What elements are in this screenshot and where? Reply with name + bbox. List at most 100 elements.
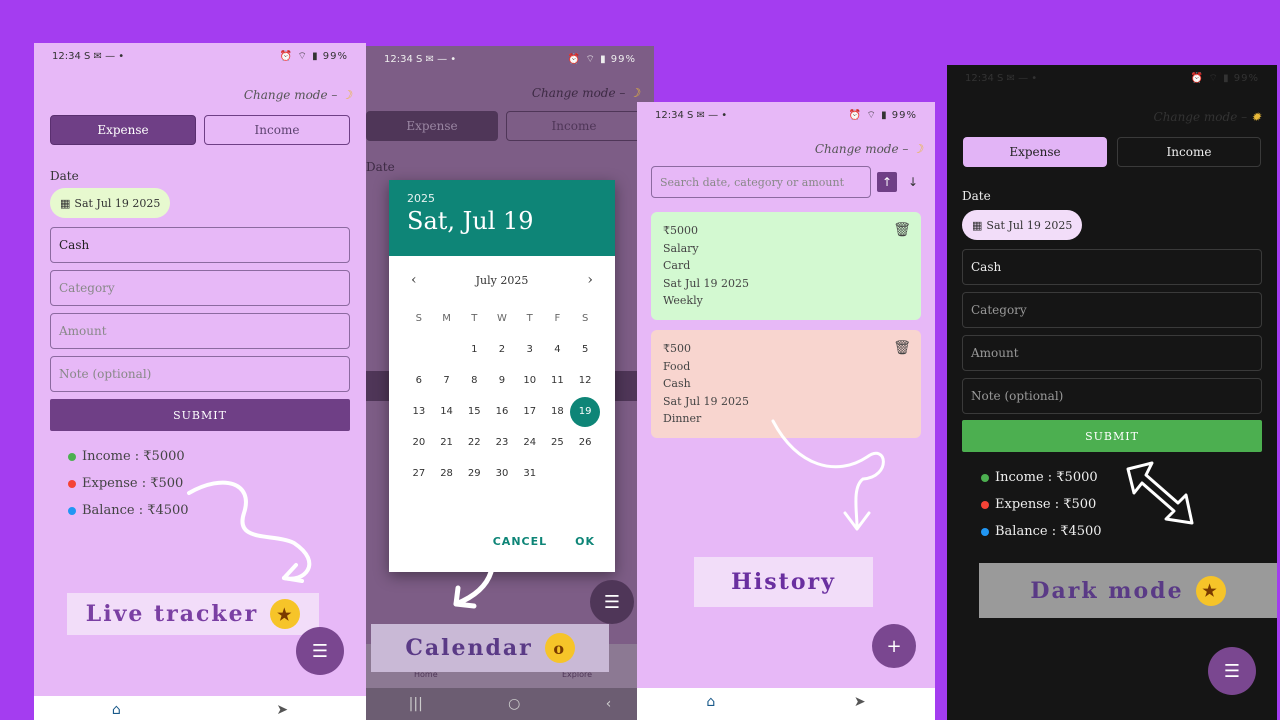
submit-button[interactable]: SUBMIT bbox=[50, 399, 350, 431]
calendar-day[interactable]: 9 bbox=[488, 374, 516, 388]
calendar-day[interactable]: 4 bbox=[544, 343, 572, 357]
calendar-day[interactable]: 15 bbox=[460, 405, 488, 419]
system-back-icon[interactable]: ‹ bbox=[606, 696, 612, 712]
list-icon: ☰ bbox=[311, 640, 329, 662]
tab-expense[interactable]: Expense bbox=[50, 115, 196, 145]
recents-icon[interactable]: ||| bbox=[409, 696, 423, 712]
calendar-day[interactable]: 18 bbox=[544, 405, 572, 419]
calendar-day[interactable]: 20 bbox=[405, 436, 433, 450]
nav-home[interactable]: ⌂ bbox=[706, 694, 715, 710]
category-field[interactable]: Category bbox=[962, 292, 1262, 328]
calendar-day[interactable]: 14 bbox=[433, 405, 461, 419]
sort-asc-button[interactable]: ↑ bbox=[877, 172, 897, 192]
entry-amount: ₹5000 bbox=[663, 224, 698, 237]
calendar-day[interactable]: 13 bbox=[405, 405, 433, 419]
calendar-day[interactable]: 26 bbox=[571, 436, 599, 450]
calendar-day[interactable]: 1 bbox=[460, 343, 488, 357]
status-time: 12:34 bbox=[52, 50, 81, 62]
calendar-day-selected[interactable]: 19 bbox=[570, 397, 600, 427]
amount-field[interactable]: Amount bbox=[962, 335, 1262, 371]
nav-home[interactable]: ⌂ bbox=[112, 702, 121, 718]
calendar-day[interactable]: 12 bbox=[571, 374, 599, 388]
add-entry-button[interactable]: + bbox=[872, 624, 916, 668]
cancel-button[interactable]: CANCEL bbox=[493, 535, 547, 548]
payment-field[interactable]: Cash bbox=[50, 227, 350, 263]
calendar-day[interactable]: 29 bbox=[460, 467, 488, 481]
submit-button[interactable]: SUBMIT bbox=[962, 420, 1262, 452]
category-field[interactable]: Category bbox=[50, 270, 350, 306]
star-struck-emoji-icon: ★ bbox=[270, 599, 301, 629]
entry-date: Sat Jul 19 2025 bbox=[663, 394, 750, 408]
tab-income[interactable]: Income bbox=[506, 111, 642, 141]
send-icon: ➤ bbox=[276, 702, 289, 718]
menu-fab-button[interactable]: ☰ bbox=[296, 627, 344, 675]
phone-live-tracker: 12:34 S ✉ — • ⏰ ⌔ ▮ 99% Change mode – ☽ … bbox=[34, 43, 366, 720]
tab-income[interactable]: Income bbox=[1117, 137, 1261, 167]
menu-fab-button[interactable]: ☰ bbox=[1208, 647, 1256, 695]
nav-explore[interactable]: ➤ bbox=[854, 694, 866, 710]
status-indicators: S ✉ — • bbox=[84, 50, 125, 62]
calendar-day[interactable]: 30 bbox=[488, 467, 516, 481]
change-mode-toggle[interactable]: Change mode – ✹ bbox=[1154, 110, 1261, 124]
summary-expense: Expense : ₹500 bbox=[981, 497, 1096, 512]
date-value: Sat Jul 19 2025 bbox=[74, 196, 161, 210]
calendar-day[interactable]: 11 bbox=[544, 374, 572, 388]
calendar-day[interactable]: 28 bbox=[433, 467, 461, 481]
calendar-day[interactable]: 10 bbox=[516, 374, 544, 388]
note-field[interactable]: Note (optional) bbox=[962, 378, 1262, 414]
change-mode-toggle[interactable]: Change mode – ☽ bbox=[244, 88, 352, 102]
ok-button[interactable]: OK bbox=[575, 535, 595, 548]
amount-field[interactable]: Amount bbox=[50, 313, 350, 349]
system-home-icon[interactable]: ○ bbox=[508, 696, 520, 712]
calendar-day[interactable]: 27 bbox=[405, 467, 433, 481]
home-icon: ⌂ bbox=[111, 702, 121, 718]
calendar-day[interactable]: 25 bbox=[544, 436, 572, 450]
calendar-day[interactable]: 17 bbox=[516, 405, 544, 419]
tab-expense[interactable]: Expense bbox=[366, 111, 498, 141]
astonished-emoji-icon: o bbox=[544, 633, 575, 663]
calendar-day[interactable]: 8 bbox=[460, 374, 488, 388]
calendar-day[interactable]: 22 bbox=[460, 436, 488, 450]
arrow-doodle bbox=[187, 480, 312, 583]
menu-fab-button[interactable]: ☰ bbox=[590, 580, 634, 624]
change-mode-toggle[interactable]: Change mode – ☽ bbox=[815, 142, 923, 156]
search-input[interactable]: Search date, category or amount bbox=[651, 166, 871, 198]
phone-dark-mode: 12:34 S ✉ — • ⏰ ⌔ ▮ 99% Change mode – ✹ … bbox=[947, 65, 1277, 720]
calendar-day[interactable]: 7 bbox=[433, 374, 461, 388]
status-bar: 12:34 S ✉ — • ⏰ ⌔ ▮ 99% bbox=[655, 109, 917, 121]
calendar-day[interactable]: 24 bbox=[516, 436, 544, 450]
calendar-day[interactable]: 3 bbox=[516, 343, 544, 357]
history-entry-income[interactable]: ₹5000 Salary Card Sat Jul 19 2025 Weekly… bbox=[651, 212, 921, 320]
phone-history: 12:34 S ✉ — • ⏰ ⌔ ▮ 99% Change mode – ☽ … bbox=[637, 102, 935, 720]
calendar-day[interactable]: 31 bbox=[516, 467, 544, 481]
weekday-label: S bbox=[581, 313, 589, 324]
change-mode-toggle[interactable]: Change mode – ☽ bbox=[532, 86, 640, 100]
weekday-label: T bbox=[471, 313, 478, 324]
tab-income[interactable]: Income bbox=[204, 115, 350, 145]
trash-icon[interactable]: 🗑 bbox=[893, 340, 911, 358]
chevron-left-icon[interactable]: ‹ bbox=[411, 272, 417, 288]
chevron-right-icon[interactable]: › bbox=[587, 272, 593, 288]
date-chip[interactable]: ▦ Sat Jul 19 2025 bbox=[962, 210, 1083, 240]
date-picker-year[interactable]: 2025 bbox=[407, 192, 597, 205]
caption-live-tracker: Live tracker ★ bbox=[67, 593, 319, 635]
tab-expense[interactable]: Expense bbox=[963, 137, 1107, 167]
payment-field[interactable]: Cash bbox=[962, 249, 1262, 285]
entry-method: Card bbox=[663, 259, 691, 272]
nav-explore[interactable]: ➤ bbox=[276, 702, 288, 718]
summary-income: Income : ₹5000 bbox=[981, 470, 1098, 485]
calendar-day[interactable]: 21 bbox=[433, 436, 461, 450]
calendar-day[interactable]: 16 bbox=[488, 405, 516, 419]
trash-icon[interactable]: 🗑 bbox=[893, 222, 911, 240]
calendar-grid: S M T W T F S 1 2 3 4 5 6 7 8 9 10 11 12 13 14 15 16 17 18 19 20 21… bbox=[405, 312, 600, 481]
calendar-day[interactable]: 2 bbox=[488, 343, 516, 357]
sort-desc-button[interactable]: ↓ bbox=[903, 172, 923, 192]
note-field[interactable]: Note (optional) bbox=[50, 356, 350, 392]
date-chip[interactable]: ▦ Sat Jul 19 2025 bbox=[50, 188, 171, 218]
list-icon: ☰ bbox=[1223, 660, 1241, 682]
calendar-day[interactable]: 6 bbox=[405, 374, 433, 388]
calendar-day[interactable]: 5 bbox=[571, 343, 599, 357]
calendar-day[interactable]: 23 bbox=[488, 436, 516, 450]
date-label: Date bbox=[366, 160, 395, 174]
caption-history: History bbox=[694, 557, 873, 607]
